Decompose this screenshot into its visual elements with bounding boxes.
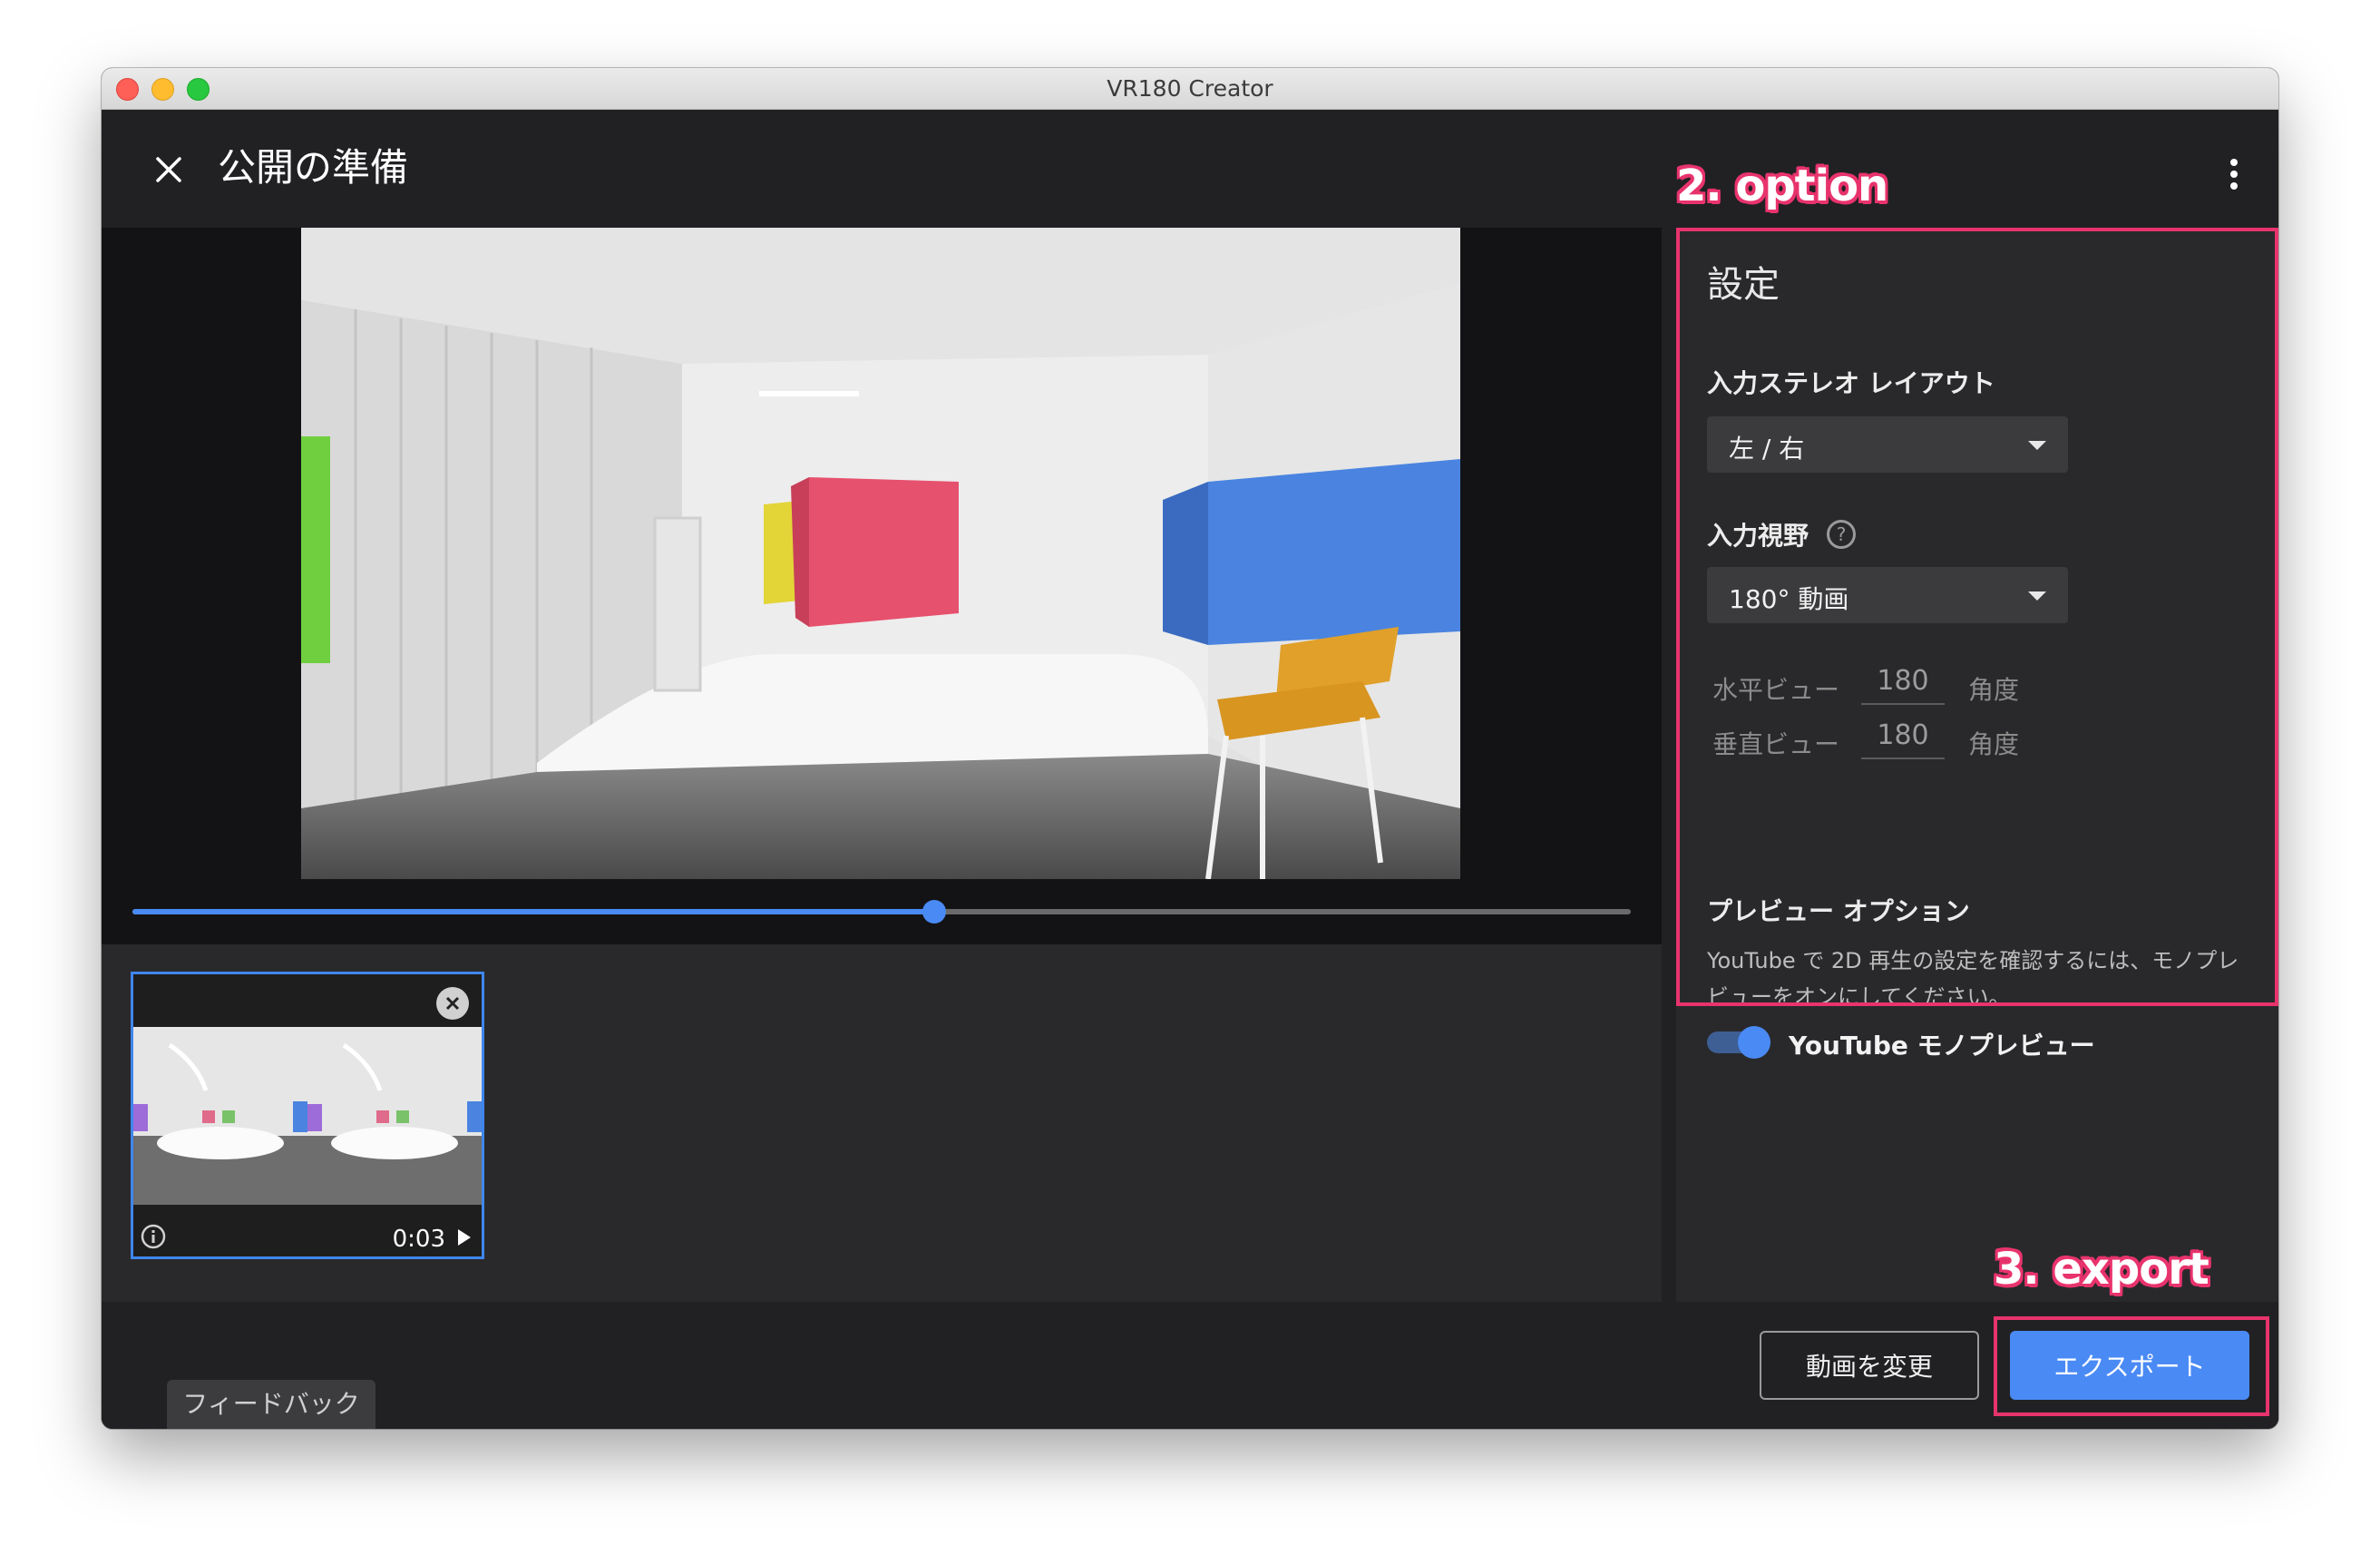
play-icon[interactable]: [458, 1229, 471, 1246]
feedback-tab[interactable]: フィードバック: [167, 1380, 376, 1429]
toggle-knob: [1738, 1026, 1770, 1059]
window-title: VR180 Creator: [1107, 75, 1273, 102]
option-highlight-box: [1676, 228, 2278, 1006]
timeline-handle[interactable]: [922, 900, 946, 924]
close-button[interactable]: [141, 142, 196, 197]
clip-duration: 0:03: [392, 1226, 445, 1253]
video-preview-area: [102, 228, 1662, 944]
close-icon: [156, 157, 181, 182]
video-clip-thumbnail[interactable]: 0:03: [131, 972, 484, 1259]
page-title: 公開の準備: [218, 145, 409, 190]
clip-tray: 0:03: [102, 944, 1662, 1302]
video-frame-image: [301, 228, 1460, 879]
change-video-button[interactable]: 動画を変更: [1760, 1331, 1979, 1400]
video-preview[interactable]: [301, 228, 1460, 879]
timeline-progress: [132, 909, 934, 914]
info-icon[interactable]: [141, 1224, 166, 1249]
remove-clip-button[interactable]: [436, 987, 469, 1020]
option-annotation: 2. option: [1676, 161, 1888, 211]
app-content: 公開の準備 0:03 設定 入力ステレオ レイアウト 左 / 右 入力視野 ? …: [102, 110, 2278, 1429]
more-menu-button[interactable]: [2215, 146, 2251, 200]
header-bar: 公開の準備: [102, 110, 2278, 228]
footer-bar: 動画を変更 エクスポート フィードバック: [102, 1302, 2278, 1429]
clip-preview-image: [133, 1027, 482, 1205]
editor-area: 0:03: [102, 228, 1662, 1302]
mono-preview-label: YouTube モノプレビュー: [1789, 1031, 2095, 1061]
export-highlight-box: [1994, 1316, 2269, 1416]
close-icon: [437, 988, 468, 1019]
app-window: VR180 Creator 公開の準備 0:03 設定 入力ステレオ レイアウト…: [102, 68, 2278, 1429]
mono-preview-toggle[interactable]: [1707, 1024, 1772, 1061]
timeline-scrubber[interactable]: [132, 900, 1631, 924]
export-annotation: 3. export: [1994, 1244, 2209, 1295]
title-bar: VR180 Creator: [102, 68, 2278, 110]
